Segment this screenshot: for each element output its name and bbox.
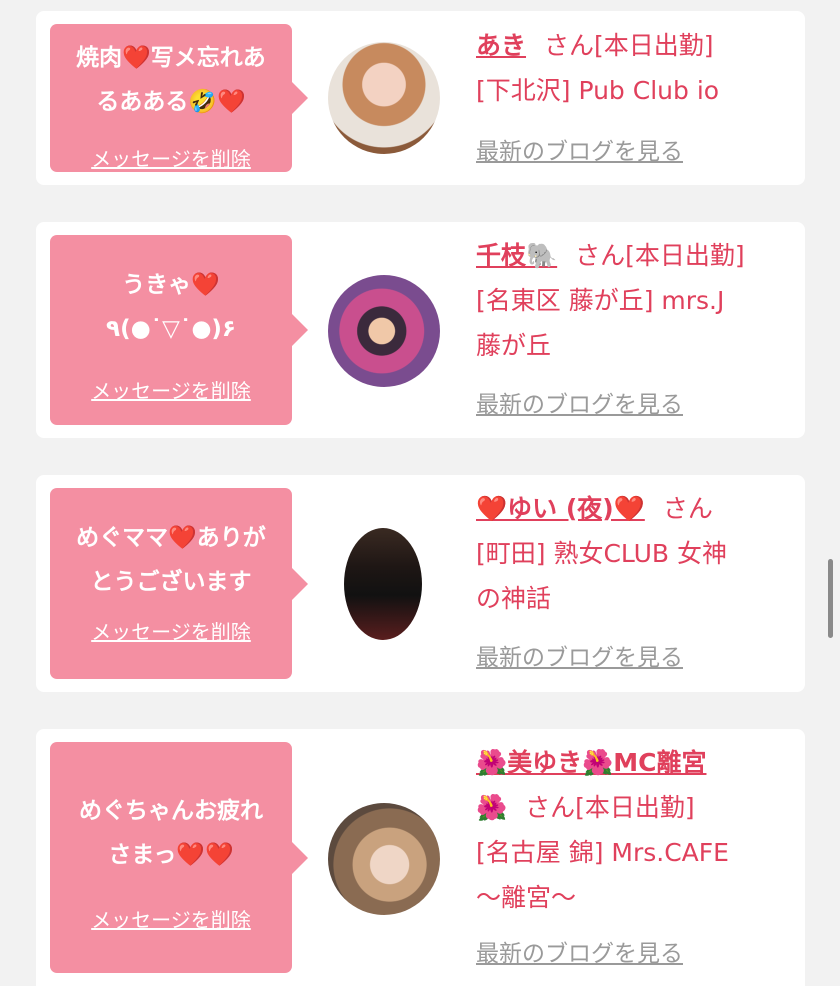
cast-name-suffix: さん[本日出勤] xyxy=(575,241,745,270)
cast-info: あき さん[本日出勤] [下北沢] Pub Club io xyxy=(476,23,801,113)
avatar[interactable] xyxy=(328,803,440,915)
cast-name-suffix: さん[本日出勤] xyxy=(544,31,714,60)
avatar[interactable] xyxy=(328,275,440,387)
cast-name-link[interactable]: あき xyxy=(476,31,526,60)
latest-blog-link[interactable]: 最新のブログを見る xyxy=(476,939,683,969)
message-text: めぐママ❤️ありが xyxy=(76,525,266,551)
shop-name: [町田] 熟女CLUB 女神 xyxy=(476,539,727,568)
cast-name-suffix: さん xyxy=(662,494,713,523)
latest-blog-link[interactable]: 最新のブログを見る xyxy=(476,137,683,167)
delete-message-link[interactable]: メッセージを削除 xyxy=(50,619,292,645)
message-bubble: めぐちゃんお疲れ さまっ❤️❤️ メッセージを削除 xyxy=(50,742,308,973)
delete-message-link[interactable]: メッセージを削除 xyxy=(50,907,292,933)
message-text: さまっ❤️❤️ xyxy=(108,842,234,868)
message-text: ٩(●˙▽˙●)۶ xyxy=(106,316,236,342)
message-bubble: 焼肉❤️写メ忘れあ るあある🤣❤️ メッセージを削除 xyxy=(50,24,308,172)
cast-name-continued: 🌺 xyxy=(476,793,508,822)
message-text: 焼肉❤️写メ忘れあ xyxy=(76,45,266,71)
shop-name: [名東区 藤が丘] mrs.J xyxy=(476,286,725,315)
message-feed: 焼肉❤️写メ忘れあ るあある🤣❤️ メッセージを削除 あき さん[本日出勤] [下… xyxy=(0,0,840,986)
message-bubble: うきゃ❤️ ٩(●˙▽˙●)۶ メッセージを削除 xyxy=(50,235,308,425)
cast-name-suffix: さん[本日出勤] xyxy=(525,793,695,822)
message-text: めぐちゃんお疲れ xyxy=(79,798,263,824)
avatar[interactable] xyxy=(328,42,440,154)
shop-name-continued: の神話 xyxy=(476,584,552,613)
message-text: るあある🤣❤️ xyxy=(96,89,246,115)
message-card: めぐママ❤️ありが とうございます メッセージを削除 ❤️ゆい (夜)❤️ さん … xyxy=(36,475,805,692)
latest-blog-link[interactable]: 最新のブログを見る xyxy=(476,390,683,420)
message-bubble: めぐママ❤️ありが とうございます メッセージを削除 xyxy=(50,488,308,679)
shop-name: [名古屋 錦] Mrs.CAFE xyxy=(476,838,729,867)
shop-name: [下北沢] Pub Club io xyxy=(476,76,720,105)
message-card: うきゃ❤️ ٩(●˙▽˙●)۶ メッセージを削除 千枝🐘 さん[本日出勤] [名東… xyxy=(36,222,805,438)
cast-info: ❤️ゆい (夜)❤️ さん [町田] 熟女CLUB 女神 の神話 xyxy=(476,486,801,621)
message-text: うきゃ❤️ xyxy=(122,272,220,298)
vertical-scrollbar[interactable] xyxy=(828,559,833,638)
cast-name-link[interactable]: 🌺美ゆき🌺MC離宮 xyxy=(476,748,706,777)
avatar[interactable] xyxy=(344,528,422,640)
cast-info: 🌺美ゆき🌺MC離宮 🌺 さん[本日出勤] [名古屋 錦] Mrs.CAFE 〜離宮… xyxy=(476,740,801,920)
cast-name-link[interactable]: ❤️ゆい (夜)❤️ xyxy=(476,494,645,523)
delete-message-link[interactable]: メッセージを削除 xyxy=(50,146,292,172)
message-text: とうございます xyxy=(90,569,252,595)
message-card: 焼肉❤️写メ忘れあ るあある🤣❤️ メッセージを削除 あき さん[本日出勤] [下… xyxy=(36,11,805,185)
shop-name-continued: 藤が丘 xyxy=(476,331,552,360)
message-card: めぐちゃんお疲れ さまっ❤️❤️ メッセージを削除 🌺美ゆき🌺MC離宮 🌺 さん[… xyxy=(36,729,805,986)
latest-blog-link[interactable]: 最新のブログを見る xyxy=(476,643,683,673)
cast-info: 千枝🐘 さん[本日出勤] [名東区 藤が丘] mrs.J 藤が丘 xyxy=(476,233,801,368)
cast-name-link[interactable]: 千枝🐘 xyxy=(476,241,557,270)
shop-name-continued: 〜離宮〜 xyxy=(476,883,577,912)
delete-message-link[interactable]: メッセージを削除 xyxy=(50,378,292,404)
